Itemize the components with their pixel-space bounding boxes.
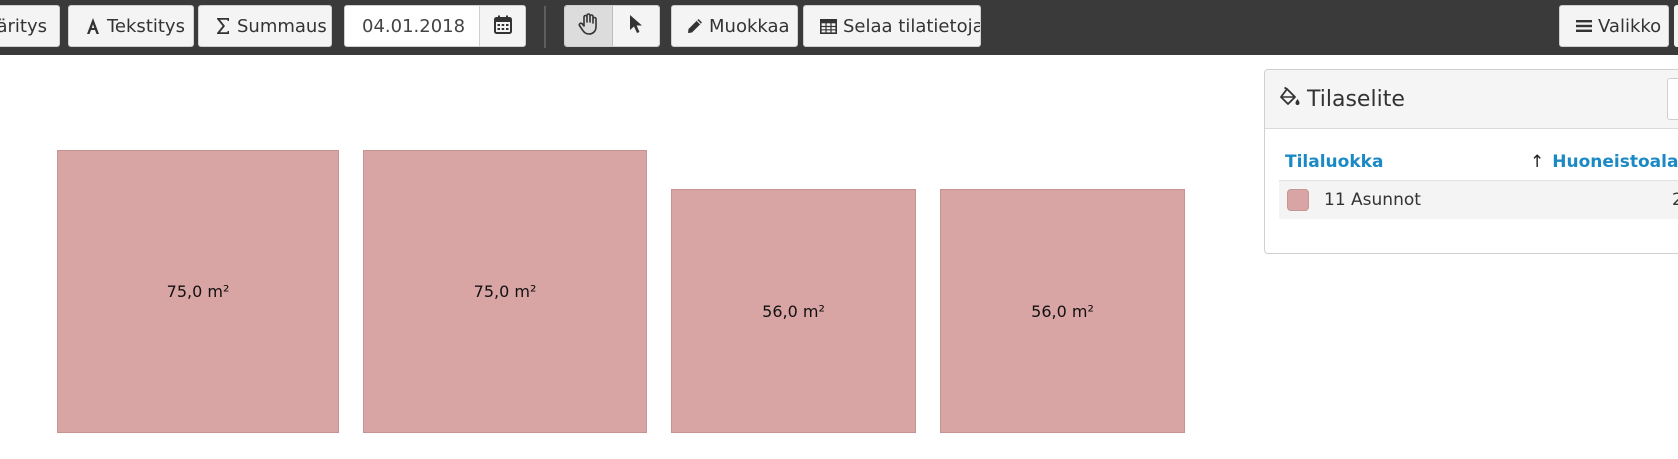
labeling-label: Tekstitys [107, 15, 185, 37]
pan-mode-button[interactable] [565, 6, 613, 46]
column-header-area[interactable]: ↑ Huoneistoala (m [1530, 152, 1678, 172]
pencil-icon [687, 18, 703, 34]
sigma-icon [215, 17, 231, 35]
overflow-button[interactable] [1674, 5, 1678, 47]
browse-label: Selaa tilatietoja [843, 15, 981, 37]
hamburger-icon [1576, 19, 1592, 33]
browse-space-data-button[interactable]: Selaa tilatietoja [803, 5, 981, 47]
select-mode-button[interactable] [612, 6, 659, 46]
room-area-label: 75,0 m² [473, 282, 537, 301]
table-icon [820, 18, 837, 34]
date-input[interactable] [345, 6, 479, 46]
labeling-button[interactable]: Tekstitys [68, 5, 194, 47]
color-swatch [1287, 189, 1309, 211]
top-toolbar: väritys Tekstitys Summaus [0, 0, 1678, 55]
toolbar-separator [544, 6, 546, 48]
menu-button[interactable]: Valikko [1559, 5, 1669, 47]
date-picker [344, 5, 526, 47]
area-header-label: Huoneistoala [1552, 152, 1678, 172]
interaction-mode-group [564, 5, 660, 47]
coloring-label: väritys [0, 15, 47, 37]
room-space[interactable]: 56,0 m² [671, 189, 916, 433]
hand-icon [578, 13, 598, 39]
room-area-label: 56,0 m² [762, 301, 825, 321]
calendar-icon [493, 15, 512, 38]
cursor-icon [629, 14, 643, 38]
room-space[interactable]: 75,0 m² [57, 150, 339, 433]
legend-row-label: 11 Asunnot [1324, 190, 1421, 210]
column-header-space-class[interactable]: Tilaluokka [1285, 152, 1383, 172]
edit-label: Muokkaa [709, 15, 790, 37]
menu-label: Valikko [1598, 15, 1662, 37]
legend-collapse-button[interactable] [1667, 78, 1678, 120]
legend-title: Tilaselite [1307, 86, 1405, 112]
legend-row-value: 262 [1672, 190, 1678, 210]
room-area-label: 75,0 m² [166, 282, 230, 301]
summary-label: Summaus [237, 15, 327, 37]
font-icon [85, 17, 101, 35]
summary-button[interactable]: Summaus [198, 5, 332, 47]
room-space[interactable]: 56,0 m² [940, 189, 1185, 433]
room-space[interactable]: 75,0 m² [363, 150, 647, 433]
space-legend-panel: Tilaselite Tilaluokka ↑ Huoneistoala (m … [1264, 69, 1678, 254]
coloring-button[interactable]: väritys [0, 5, 60, 47]
edit-button[interactable]: Muokkaa [671, 5, 798, 47]
sort-asc-icon: ↑ [1530, 152, 1545, 172]
legend-row[interactable]: 11 Asunnot 262 [1279, 180, 1678, 219]
legend-header: Tilaselite [1265, 70, 1678, 129]
paint-bucket-icon [1279, 86, 1301, 111]
calendar-button[interactable] [479, 6, 525, 46]
room-area-label: 56,0 m² [1031, 301, 1094, 321]
